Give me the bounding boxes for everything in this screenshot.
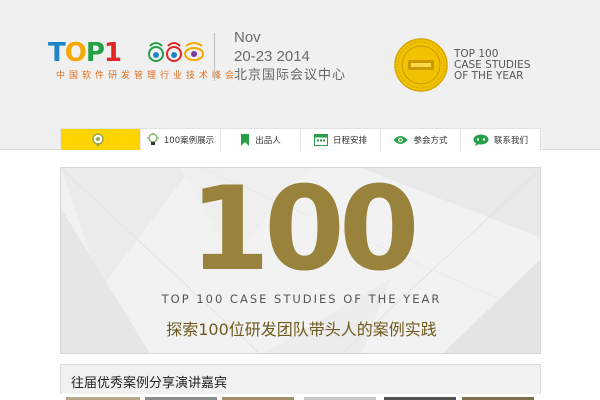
event-date-block: Nov 20-23 2014 北京国际会议中心 xyxy=(234,28,346,85)
header-divider xyxy=(214,33,215,81)
header-bar: TOP1 中国软件研发管理行业技术峰会 Nov 20-23 2014 北京国际会… xyxy=(0,0,600,150)
main-nav: 100案例展示 出品人 日程安排 参会方式 联系我们 xyxy=(60,128,541,150)
banner-title-number: 100 xyxy=(189,167,419,297)
logo-digit-1: 1 xyxy=(103,38,122,68)
event-date-range: 20-23 2014 xyxy=(234,48,310,65)
event-month: Nov xyxy=(234,29,261,46)
nav-item-contact[interactable]: 联系我们 xyxy=(461,129,540,150)
lightbulb-icon xyxy=(146,133,159,145)
logo-letter-o: O xyxy=(64,38,87,68)
seal-caption-line: OF THE YEAR xyxy=(454,70,524,82)
nav-item-schedule[interactable]: 日程安排 xyxy=(301,129,381,150)
nav-item-cases[interactable]: 100案例展示 xyxy=(141,129,221,150)
section-title: 往届优秀案例分享演讲嘉宾 xyxy=(71,376,228,391)
nav-item-label: 参会方式 xyxy=(413,135,448,146)
logo-letter-t: T xyxy=(48,38,66,68)
nav-item-label: 联系我们 xyxy=(493,135,528,146)
nav-item-home[interactable] xyxy=(61,129,141,150)
location-pin-icon xyxy=(92,132,104,147)
nav-item-label: 出品人 xyxy=(255,135,281,146)
event-venue: 北京国际会议中心 xyxy=(234,68,347,83)
nav-item-attend[interactable]: 参会方式 xyxy=(381,129,461,150)
logo-subtitle: 中国软件研发管理行业技术峰会 xyxy=(56,71,239,81)
nav-item-label: 日程安排 xyxy=(332,135,367,146)
nav-item-label: 100案例展示 xyxy=(163,135,215,146)
logo-eyes-icon xyxy=(148,42,204,62)
seal-caption: TOP 100 CASE STUDIES OF THE YEAR xyxy=(454,49,530,82)
nav-item-producers[interactable]: 出品人 xyxy=(221,129,301,150)
calendar-icon xyxy=(313,134,328,146)
banner-subtitle-cn: 探索100位研发团队带头人的案例实践 xyxy=(166,320,437,339)
bookmark-icon xyxy=(241,133,250,146)
eye-icon xyxy=(393,135,408,144)
case-studies-seal-icon xyxy=(394,38,448,92)
logo-wordmark: TOP1 xyxy=(48,38,122,68)
logo-letter-p: P xyxy=(85,38,105,68)
speakers-section-header: 往届优秀案例分享演讲嘉宾 xyxy=(60,364,541,394)
chat-icon xyxy=(473,134,489,146)
hero-banner: 100 TOP 100 CASE STUDIES OF THE YEAR 探索1… xyxy=(60,167,541,354)
top100-logo[interactable]: TOP1 中国软件研发管理行业技术峰会 xyxy=(48,38,234,82)
banner-subtitle-en: TOP 100 CASE STUDIES OF THE YEAR xyxy=(161,292,442,306)
